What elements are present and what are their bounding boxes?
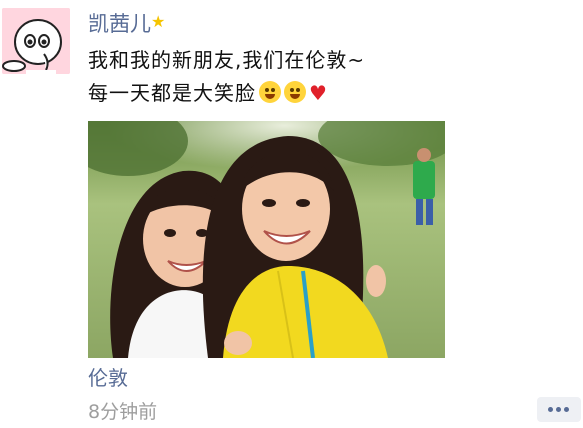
- comment-button[interactable]: [537, 397, 581, 422]
- author-name-label[interactable]: 凯茜儿: [88, 12, 151, 36]
- grinning-face-emoji-icon: [284, 81, 306, 103]
- post-text-line-2: 每一天都是大笑脸: [88, 81, 256, 105]
- post-photo[interactable]: [88, 121, 445, 358]
- red-heart-icon: ♥: [309, 81, 328, 105]
- post-text: 我和我的新朋友,我们在伦敦~ 每一天都是大笑脸 ♥: [88, 44, 448, 110]
- grinning-face-emoji-icon: [259, 81, 281, 103]
- sparkle-star-icon: ★: [151, 12, 166, 31]
- post-text-line-2-wrap: 每一天都是大笑脸 ♥: [88, 77, 448, 110]
- author-name[interactable]: 凯茜儿★: [88, 8, 165, 38]
- cartoon-avatar-icon: [2, 8, 70, 74]
- location-link[interactable]: 伦敦: [88, 364, 128, 392]
- photo-two-girls-smiling: [88, 121, 445, 358]
- avatar[interactable]: [2, 8, 70, 74]
- timestamp: 8分钟前: [88, 401, 158, 423]
- post-text-line-1: 我和我的新朋友,我们在伦敦~: [88, 48, 366, 72]
